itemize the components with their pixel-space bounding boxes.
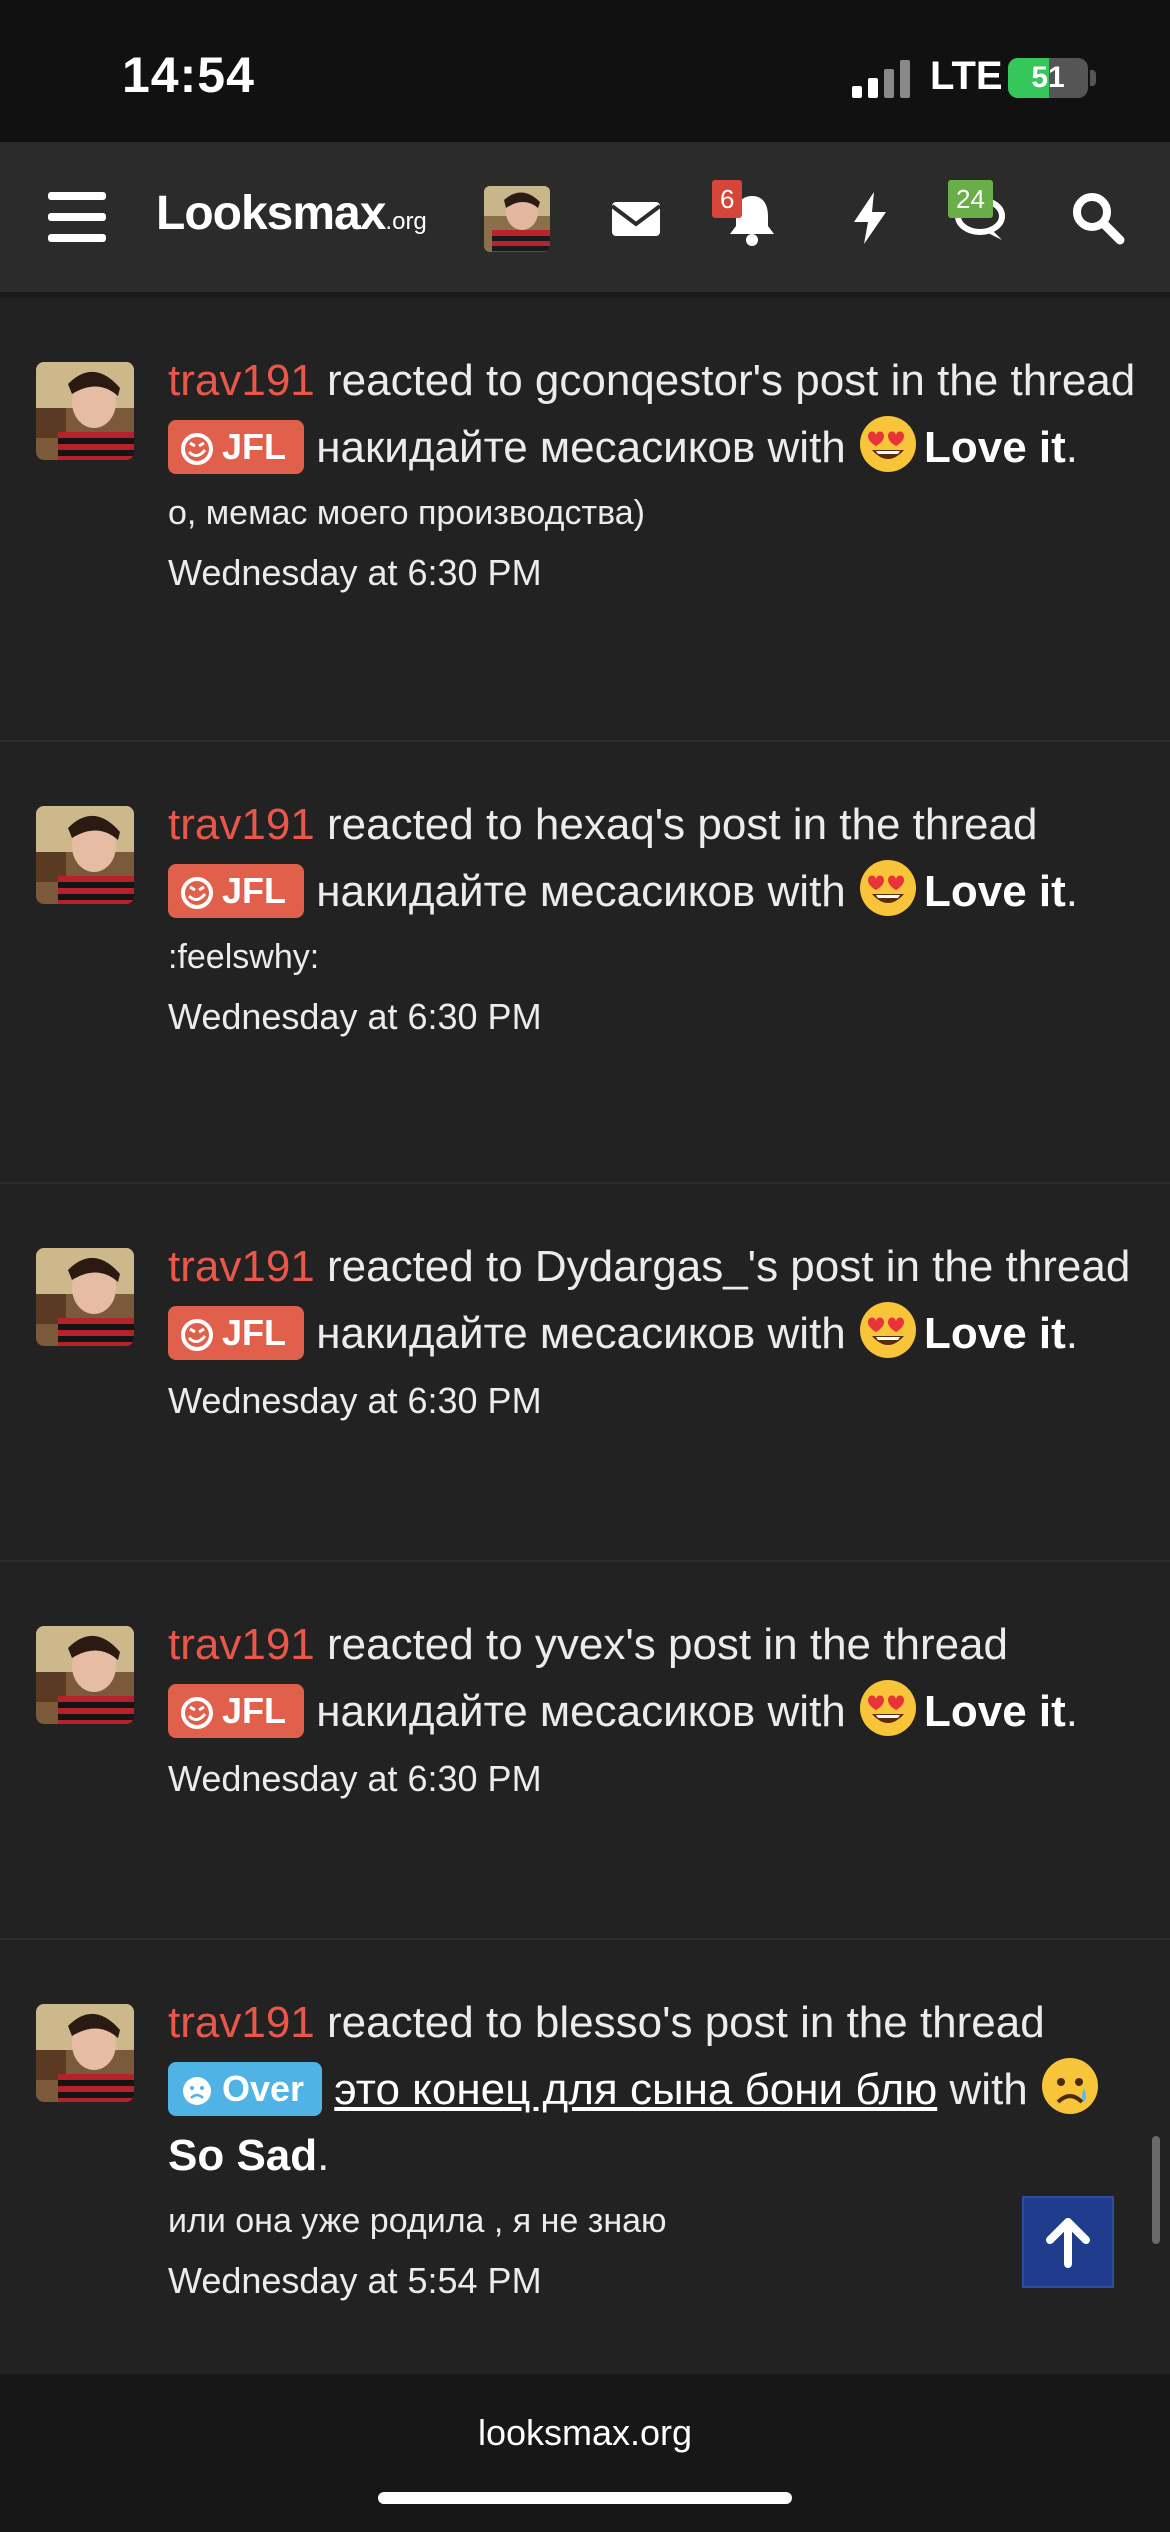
heart-eyes-emoji-icon [860,1680,916,1736]
reaction-name: Love it [924,423,1066,472]
alert-timestamp: Wednesday at 6:30 PM [168,1758,542,1799]
browser-bottom-bar: looksmax.org [0,2374,1170,2532]
home-indicator[interactable] [378,2492,792,2504]
status-bar: 14:54 LTE 51 [0,0,1170,142]
alert-item[interactable]: trav191 reacted to gconqestor's post in … [0,298,1170,742]
alert-text: trav191 reacted to blesso's post in the … [168,1990,1148,2189]
username-link[interactable]: trav191 [168,356,315,405]
thread-prefix-text: JFL [222,1312,287,1353]
user-avatar[interactable] [36,362,134,460]
whats-new-lightning-icon[interactable] [840,188,900,248]
with-text: with [755,867,858,916]
alert-content: trav191 reacted to yvex's post in the th… [168,1612,1148,1807]
heart-eyes-emoji-icon [860,860,916,916]
reaction-name: So Sad [168,2131,318,2180]
alert-content: trav191 reacted to gconqestor's post in … [168,348,1148,601]
username-link[interactable]: trav191 [168,800,315,849]
alerts-feed: trav191 reacted to gconqestor's post in … [0,298,1170,2382]
alert-timestamp: Wednesday at 6:30 PM [168,552,542,593]
action-text: reacted to hexaq's post in the thread [314,800,1038,849]
alert-timestamp: Wednesday at 6:30 PM [168,1380,542,1421]
inbox-envelope-icon[interactable] [606,188,666,248]
user-avatar[interactable] [36,806,134,904]
url-domain[interactable]: looksmax.org [0,2412,1170,2454]
scroll-to-top-button[interactable] [1022,2196,1114,2288]
alert-content: trav191 reacted to Dydargas_'s post in t… [168,1234,1148,1429]
logo-main: Looksmax [156,187,386,240]
thread-prefix-label[interactable]: JFL [168,420,305,474]
alert-text: trav191 reacted to Dydargas_'s post in t… [168,1242,1131,1360]
thread-prefix-label[interactable]: JFL [168,864,305,918]
thread-prefix-text: JFL [222,426,287,467]
post-snippet[interactable]: о, мемас моего производства) [168,487,1148,539]
menu-icon[interactable] [48,192,106,242]
thread-prefix-label[interactable]: JFL [168,1684,305,1738]
logo-suffix: .org [385,208,427,235]
alert-item[interactable]: trav191 reacted to blesso's post in the … [0,1940,1170,2382]
thread-prefix-label[interactable]: Over [168,2062,323,2116]
thread-prefix-text: JFL [222,870,287,911]
action-text: reacted to gconqestor's post in the thre… [314,356,1136,405]
battery-icon: 51 [1008,58,1088,98]
page-scrollbar[interactable] [1152,2136,1160,2244]
thread-prefix-label[interactable]: JFL [168,1306,305,1360]
action-text: reacted to yvex's post in the thread [314,1620,1009,1669]
reaction-name: Love it [924,1687,1066,1736]
reaction-name: Love it [924,1309,1066,1358]
user-avatar[interactable] [36,2004,134,2102]
conversations-badge: 24 [948,180,993,218]
cellular-signal-icon [852,60,910,98]
heart-eyes-emoji-icon [860,416,916,472]
alert-item[interactable]: trav191 reacted to Dydargas_'s post in t… [0,1184,1170,1562]
alert-text: trav191 reacted to hexaq's post in the t… [168,800,1079,918]
account-avatar[interactable] [484,186,550,252]
alert-item[interactable]: trav191 reacted to yvex's post in the th… [0,1562,1170,1940]
search-icon[interactable] [1068,188,1128,248]
username-link[interactable]: trav191 [168,1998,315,2047]
alert-item[interactable]: trav191 reacted to hexaq's post in the t… [0,742,1170,1184]
thread-title-link[interactable]: накидайте месасиков [316,1309,755,1358]
alert-text: trav191 reacted to gconqestor's post in … [168,356,1136,474]
with-text: with [937,2065,1040,2114]
thread-prefix-text: JFL [222,1690,287,1731]
with-text: with [755,1687,858,1736]
thread-title-link[interactable]: накидайте месасиков [316,1687,755,1736]
network-type: LTE [930,54,1003,98]
with-text: with [755,423,858,472]
thread-title-link[interactable]: накидайте месасиков [316,423,755,472]
thread-prefix-text: Over [222,2068,305,2109]
user-avatar[interactable] [36,1626,134,1724]
alert-timestamp: Wednesday at 5:54 PM [168,2260,542,2301]
alert-content: trav191 reacted to blesso's post in the … [168,1990,1148,2309]
username-link[interactable]: trav191 [168,1242,315,1291]
site-logo[interactable]: Looksmax.org [156,186,427,241]
post-snippet[interactable]: или она уже родила , я не знаю [168,2195,1148,2247]
alerts-badge: 6 [712,180,743,218]
action-text: reacted to blesso's post in the thread [314,1998,1045,2047]
status-time: 14:54 [122,47,255,103]
reaction-name: Love it [924,867,1066,916]
heart-eyes-emoji-icon [860,1302,916,1358]
with-text: with [755,1309,858,1358]
username-link[interactable]: trav191 [168,1620,315,1669]
arrow-up-icon [1046,2218,1090,2268]
alert-timestamp: Wednesday at 6:30 PM [168,996,542,1037]
alert-content: trav191 reacted to hexaq's post in the t… [168,792,1148,1045]
alert-text: trav191 reacted to yvex's post in the th… [168,1620,1079,1738]
battery-tip [1090,70,1096,86]
top-navigation: Looksmax.org 6 24 [0,142,1170,298]
thread-title-link[interactable]: накидайте месасиков [316,867,755,916]
battery-level: 51 [1031,61,1065,94]
user-avatar[interactable] [36,1248,134,1346]
crying-face-emoji-icon [1041,2058,1098,2114]
post-snippet[interactable]: :feelswhy: [168,931,1148,983]
thread-title-link[interactable]: это конец для сына бони блю [334,2065,937,2114]
action-text: reacted to Dydargas_'s post in the threa… [314,1242,1131,1291]
